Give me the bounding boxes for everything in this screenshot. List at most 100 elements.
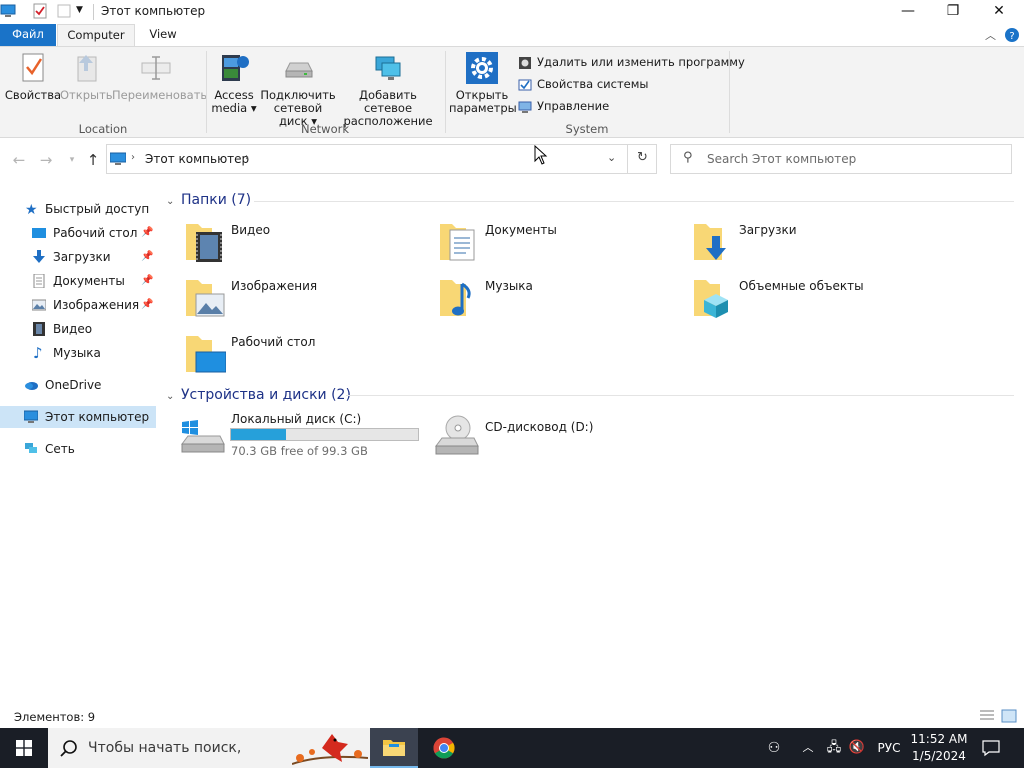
rename-button[interactable]: Переименовать [112, 51, 207, 102]
title-bar: ▼ Этот компьютер — ❐ ✕ [0, 0, 1024, 24]
mouse-cursor-icon [534, 145, 548, 165]
clock-time: 11:52 AM [910, 732, 968, 746]
breadcrumb-item[interactable]: Этот компьютер [145, 152, 249, 166]
section-divider [346, 395, 1014, 396]
tab-computer[interactable]: Computer [57, 24, 135, 46]
taskbar-search-box[interactable]: Чтобы начать поиск, [48, 728, 370, 768]
network-status-icon[interactable]: 🖧 [823, 728, 845, 768]
desktop-folder-icon [186, 336, 226, 373]
search-input[interactable] [705, 150, 1005, 168]
address-bar[interactable]: › Этот компьютер › ⌄ ↻ [106, 144, 657, 174]
uninstall-program-button[interactable]: Удалить или изменить программу [518, 53, 745, 71]
folders-section-header[interactable]: ⌄ Папки (7) [166, 189, 251, 211]
devices-section-header[interactable]: ⌄ Устройства и диски (2) [166, 384, 351, 406]
breadcrumb-separator-icon[interactable]: › [131, 152, 135, 163]
sidebar-item-documents[interactable]: Документы 📌 [0, 270, 156, 292]
settings-gear-icon [466, 52, 498, 84]
manage-label: Управление [537, 99, 610, 113]
address-dropdown-icon[interactable]: ⌄ [607, 151, 616, 164]
taskbar-file-explorer[interactable] [370, 728, 418, 768]
chevron-down-icon[interactable]: ⌄ [166, 386, 178, 408]
volume-muted-icon[interactable]: 🔇 [846, 728, 868, 768]
folder-tile-downloads[interactable]: Загрузки [692, 220, 932, 270]
open-label: Открыть [60, 88, 113, 102]
pin-icon[interactable]: 📌 [141, 270, 153, 292]
taskbar-search-placeholder: Чтобы начать поиск, [88, 740, 242, 756]
maximize-button[interactable]: ❐ [930, 0, 976, 24]
recent-locations-icon[interactable]: ▾ [62, 150, 82, 170]
window-title: Этот компьютер [101, 4, 206, 18]
chevron-down-icon[interactable]: ⌄ [166, 191, 178, 213]
show-hidden-icons-icon[interactable]: ︿ [798, 728, 818, 768]
pin-icon[interactable]: 📌 [141, 294, 153, 316]
sidebar-item-label: Документы [53, 274, 125, 288]
large-icons-view-icon[interactable] [1001, 709, 1017, 723]
folder-tile-videos[interactable]: Видео [184, 220, 424, 270]
folder-tile-desktop[interactable]: Рабочий стол [184, 332, 424, 382]
collapse-ribbon-icon[interactable]: ︿ [985, 27, 996, 43]
taskbar-clock[interactable]: 11:52 AM 1/5/2024 [904, 731, 974, 765]
search-box[interactable]: ⚲ [670, 144, 1012, 174]
new-folder-quick-icon[interactable] [56, 3, 72, 19]
refresh-icon[interactable]: ↻ [637, 150, 648, 165]
folder-label: Музыка [485, 279, 533, 293]
input-language[interactable]: РУС [872, 728, 906, 768]
help-icon[interactable]: ? [1004, 27, 1020, 43]
details-view-icon[interactable] [979, 709, 995, 723]
tab-file[interactable]: Файл [0, 24, 56, 46]
pictures-folder-icon [186, 280, 225, 317]
notifications-icon[interactable] [982, 739, 1000, 757]
system-properties-button[interactable]: Свойства системы [518, 75, 648, 93]
sidebar-item-label: Сеть [45, 442, 75, 456]
access-media-button[interactable]: Access media ▾ [210, 51, 258, 115]
rename-label: Переименовать [112, 88, 208, 102]
sidebar-item-quick-access[interactable]: ★ Быстрый доступ [0, 198, 156, 220]
close-button[interactable]: ✕ [976, 0, 1022, 24]
downloads-folder-icon [694, 224, 726, 260]
properties-quick-icon[interactable] [32, 3, 48, 19]
sidebar-item-desktop[interactable]: Рабочий стол 📌 [0, 222, 156, 244]
sidebar-item-onedrive[interactable]: OneDrive [0, 374, 156, 396]
people-icon[interactable]: ⚇ [762, 728, 786, 768]
sidebar-item-pictures[interactable]: Изображения 📌 [0, 294, 156, 316]
ribbon-tabs: Файл Computer View ︿ ? [0, 24, 1024, 46]
taskbar-chrome[interactable] [420, 728, 468, 768]
sidebar-item-videos[interactable]: Видео [0, 318, 156, 340]
properties-button[interactable]: Свойства [4, 51, 62, 102]
folder-tile-music[interactable]: Музыка [438, 276, 678, 326]
taskbar: Чтобы начать поиск, ⚇ ︿ 🖧 🔇 РУС 11:52 AM… [0, 728, 1024, 768]
minimize-button[interactable]: — [885, 0, 931, 24]
manage-button[interactable]: Управление [518, 97, 609, 115]
open-button[interactable]: Открыть [60, 51, 113, 102]
open-icon [77, 55, 97, 82]
folder-label: Изображения [231, 279, 318, 293]
folder-tile-3d-objects[interactable]: Объемные объекты [692, 276, 932, 326]
sidebar-item-downloads[interactable]: Загрузки 📌 [0, 246, 156, 268]
sidebar-item-this-pc[interactable]: Этот компьютер [0, 406, 156, 428]
drive-tile-d[interactable]: CD-дисковод (D:) [434, 414, 634, 466]
sidebar-item-music[interactable]: ♪ Музыка [0, 342, 156, 364]
open-settings-button[interactable]: Открыть параметры [449, 51, 517, 115]
sidebar-item-label: Музыка [53, 346, 101, 360]
map-network-drive-button[interactable]: Подключить сетевой диск ▾ [258, 51, 338, 128]
pin-icon[interactable]: 📌 [141, 246, 153, 268]
forward-arrow-icon[interactable]: → [36, 150, 56, 170]
open-settings-label-2: параметры [449, 101, 517, 115]
location-group-label: Location [78, 122, 128, 136]
add-network-location-button[interactable]: Добавить сетевое расположение [338, 51, 438, 128]
up-arrow-icon[interactable]: ↑ [83, 150, 103, 170]
group-separator [729, 51, 730, 133]
quick-access-toolbar-dropdown-icon[interactable]: ▼ [76, 5, 83, 15]
tab-view[interactable]: View [136, 24, 190, 46]
sidebar-item-network[interactable]: Сеть [0, 438, 156, 460]
sidebar-item-label: Видео [53, 322, 93, 336]
documents-icon [33, 274, 45, 288]
pictures-icon [32, 299, 46, 311]
folder-tile-documents[interactable]: Документы [438, 220, 678, 270]
breadcrumb-separator-icon[interactable]: › [245, 152, 249, 163]
folder-tile-pictures[interactable]: Изображения [184, 276, 424, 326]
start-button[interactable] [0, 728, 48, 768]
back-arrow-icon[interactable]: ← [9, 150, 29, 170]
chrome-icon [433, 737, 455, 759]
pin-icon[interactable]: 📌 [141, 222, 153, 244]
